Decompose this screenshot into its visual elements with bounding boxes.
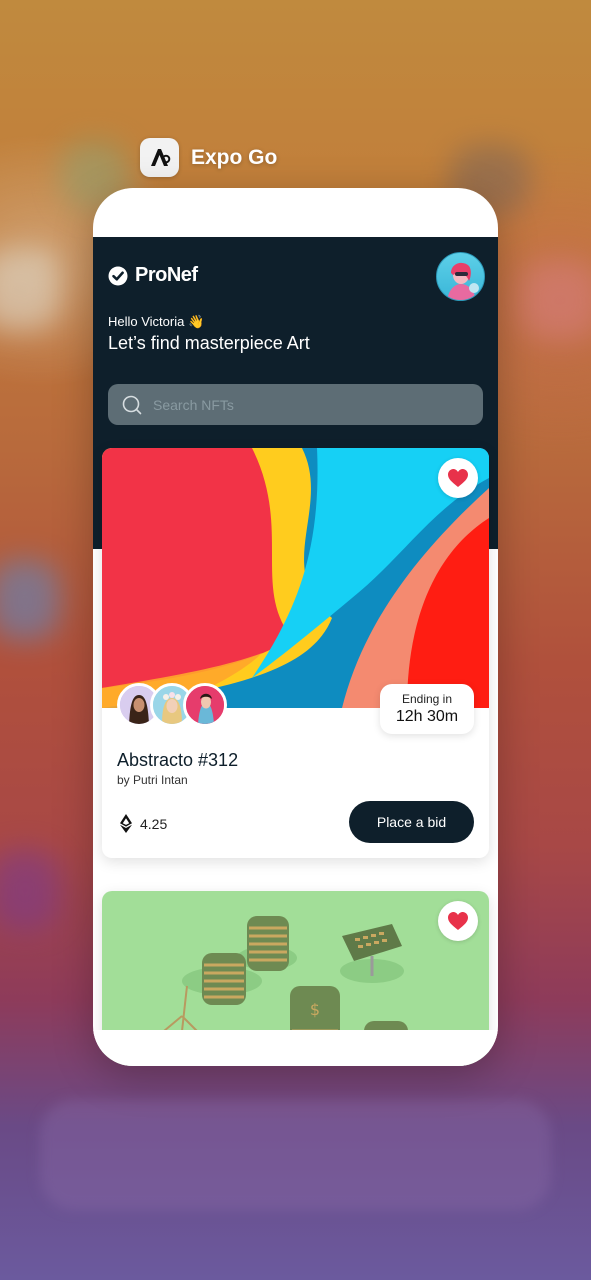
background-app-blob <box>0 560 60 640</box>
ethereum-icon <box>120 814 132 833</box>
svg-text:$: $ <box>310 1000 320 1019</box>
favorite-button[interactable] <box>438 458 478 498</box>
preview-bottom-mask <box>93 1030 498 1066</box>
nft-title: Abstracto #312 <box>117 750 239 770</box>
background-app-blob <box>520 260 591 340</box>
auction-countdown: Ending in 12h 30m <box>380 684 474 734</box>
creator-avatar[interactable] <box>183 683 227 727</box>
nft-artwork[interactable] <box>102 448 489 708</box>
app-switcher-header[interactable]: Expo Go <box>140 138 277 177</box>
search-icon <box>122 395 142 414</box>
nft-card[interactable]: Ending in 12h 30m Abstracto #312 by Putr… <box>102 448 489 858</box>
dock-background <box>40 1100 551 1210</box>
brand-name: ProNef <box>135 264 198 286</box>
background-app-blob <box>0 850 60 930</box>
user-avatar[interactable] <box>436 252 485 301</box>
ending-time: 12h 30m <box>395 708 459 725</box>
heart-icon <box>448 469 468 487</box>
check-circle-icon <box>108 266 128 285</box>
ending-label: Ending in <box>401 692 453 706</box>
heart-icon <box>448 912 468 930</box>
expo-go-app-icon <box>140 138 179 177</box>
creator-avatars[interactable] <box>117 683 227 727</box>
search-bar[interactable] <box>108 384 483 425</box>
background-app-blob <box>0 250 60 330</box>
price-value: 4.25 <box>140 815 168 832</box>
favorite-button[interactable] <box>438 901 478 941</box>
brand-logo: ProNef <box>108 264 198 287</box>
app-preview-window[interactable]: ProNef Hello Victoria 👋 Let’s find maste… <box>93 188 498 1066</box>
nft-author: by Putri Intan <box>117 773 188 787</box>
place-bid-button[interactable]: Place a bid <box>349 801 474 843</box>
nft-price: 4.25 <box>120 814 167 833</box>
search-input[interactable] <box>151 395 455 414</box>
greeting-text: Hello Victoria 👋 <box>108 314 205 329</box>
headline-text: Let’s find masterpiece Art <box>108 333 310 353</box>
app-name-label: Expo Go <box>191 145 278 169</box>
